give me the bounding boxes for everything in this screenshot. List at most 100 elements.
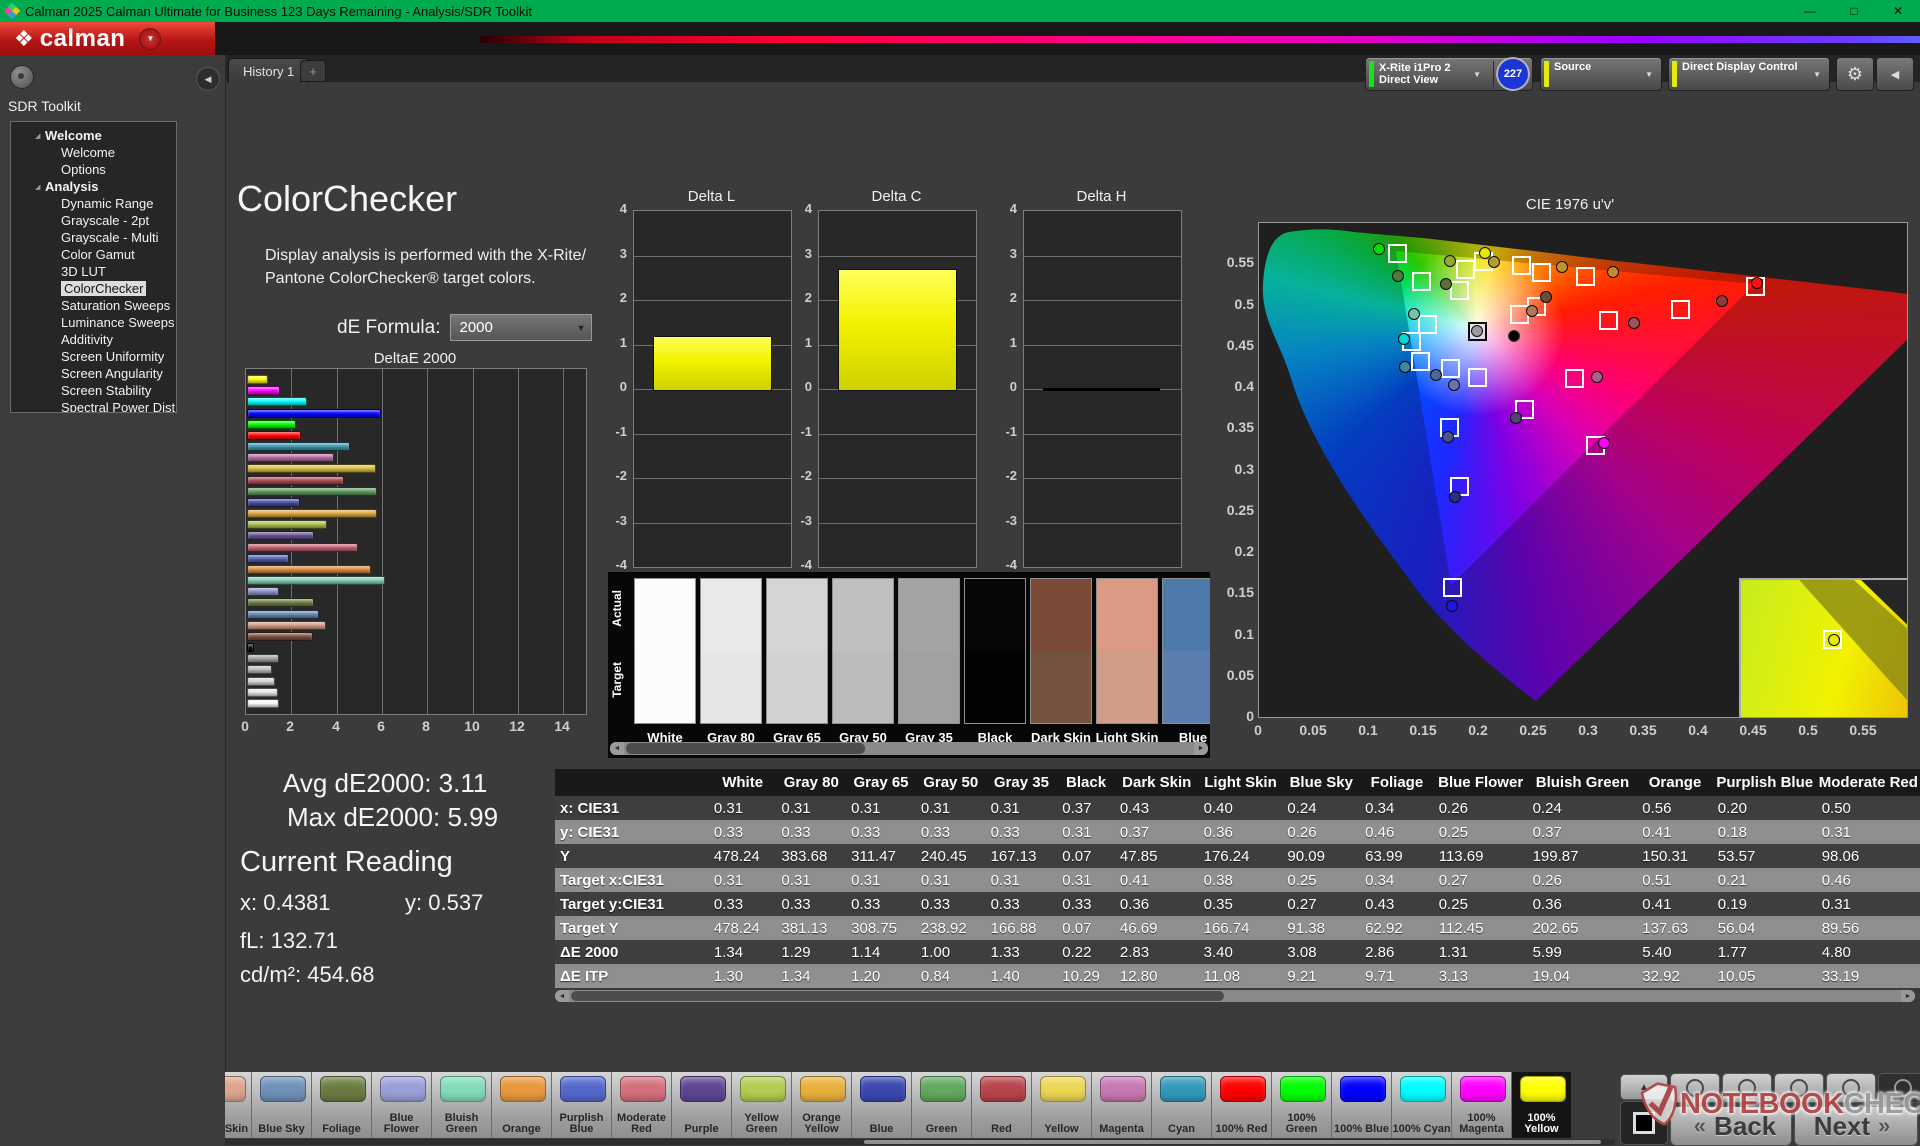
source-dropdown[interactable]: Source ▼ [1540, 57, 1662, 91]
swatch-scroll-thumb[interactable] [626, 743, 866, 754]
scroll-left-icon[interactable]: ◄ [555, 990, 569, 1002]
sidebar-item-additivity[interactable]: Additivity [11, 331, 176, 348]
patch-button-100-red[interactable]: 100% Red [1211, 1072, 1271, 1138]
y-tick-label: 1 [1009, 335, 1017, 350]
cie-target-square-9 [1671, 300, 1690, 319]
tab-history-1[interactable]: History 1 [228, 58, 310, 83]
patch-button-blue-flower[interactable]: Blue Flower [371, 1072, 431, 1138]
brand-dropdown-arrow-icon[interactable]: ▼ [139, 27, 162, 50]
sidebar-item-color-gamut[interactable]: Color Gamut [11, 246, 176, 263]
add-tab-button[interactable]: + [300, 60, 326, 82]
patch-button-100-cyan[interactable]: 100% Cyan [1391, 1072, 1451, 1138]
patch-button-100-yellow[interactable]: 100% Yellow [1511, 1072, 1571, 1138]
y-tick-label: -3 [800, 513, 812, 528]
table-cell: 0.31 [1816, 892, 1920, 916]
close-button[interactable]: ✕ [1876, 0, 1920, 22]
table-cell: 1.34 [708, 940, 777, 964]
patch-scroll-thumb[interactable] [864, 1140, 1602, 1144]
patch-scrollbar[interactable] [225, 1139, 1615, 1145]
patch-button-green[interactable]: Green [911, 1072, 971, 1138]
deltae-bar-cyan [247, 442, 350, 451]
sidebar-collapse-button[interactable]: ◀ [196, 67, 220, 91]
patch-button-100-green[interactable]: 100% Green [1271, 1072, 1331, 1138]
sidebar-item-grayscale-multi[interactable]: Grayscale - Multi [11, 229, 176, 246]
sidebar-item-dynamic-range[interactable]: Dynamic Range [11, 195, 176, 212]
patch-button-magenta[interactable]: Magenta [1091, 1072, 1151, 1138]
gridline [819, 522, 976, 524]
swatch-scroll-track[interactable] [624, 742, 1194, 755]
sidebar-item-luminance-sweeps[interactable]: Luminance Sweeps [11, 314, 176, 331]
sidebar-item-saturation-sweeps[interactable]: Saturation Sweeps [11, 297, 176, 314]
scroll-left-icon[interactable]: ◄ [610, 742, 624, 755]
sidebar-item-3d-lut[interactable]: 3D LUT [11, 263, 176, 280]
swatch-scrollbar[interactable]: ◄ ► [610, 742, 1208, 755]
table-cell: 0.84 [915, 964, 986, 988]
sidebar-item-options[interactable]: Options [11, 161, 176, 178]
table-cell: 0.21 [1712, 868, 1817, 892]
table-cell: 0.31 [846, 796, 916, 820]
table-cell: 1.34 [776, 964, 847, 988]
sidebar-item-spectral-power-dist[interactable]: Spectral Power Dist. [11, 399, 176, 412]
settings-button[interactable]: ⚙ [1836, 57, 1874, 91]
tree-group-analysis[interactable]: ◢ Analysis [11, 178, 176, 195]
patch-button-bluish-green[interactable]: Bluish Green [431, 1072, 491, 1138]
cie-y-tick: 0.3 [1234, 461, 1254, 477]
display-control-dropdown-arrow-icon: ▼ [1813, 69, 1821, 79]
patch-button-purplish-blue[interactable]: Purplish Blue [551, 1072, 611, 1138]
meter-dropdown-arrow-icon: ▼ [1473, 69, 1481, 79]
display-control-dropdown[interactable]: Direct Display Control ▼ [1668, 57, 1830, 91]
patch-button-red[interactable]: Red [971, 1072, 1031, 1138]
patch-button-foliage[interactable]: Foliage [311, 1072, 371, 1138]
patch-button-purple[interactable]: Purple [671, 1072, 731, 1138]
swatch-target [965, 651, 1025, 723]
table-scrollbar[interactable]: ◄ ► [555, 990, 1915, 1002]
table-cell: 3.08 [1282, 940, 1361, 964]
cie-y-tick: 0.15 [1226, 584, 1254, 600]
cie-x-tick: 0.45 [1739, 722, 1767, 738]
patch-button-blue-sky[interactable]: Blue Sky [251, 1072, 311, 1138]
table-cell: 0.31 [915, 796, 986, 820]
cie-measured-circle-2 [1444, 255, 1456, 267]
patch-button-100-blue[interactable]: 100% Blue [1331, 1072, 1391, 1138]
patch-button-100-magenta[interactable]: 100% Magenta [1451, 1072, 1511, 1138]
tree-group-welcome[interactable]: ◢ Welcome [11, 127, 176, 144]
calman-menu-button[interactable]: ❖ calman ▼ [0, 22, 215, 55]
patch-button-moderate-red[interactable]: Moderate Red [611, 1072, 671, 1138]
sidebar-pin-button[interactable] [10, 65, 34, 89]
patch-button-orange-yellow[interactable]: Orange Yellow [791, 1072, 851, 1138]
sidebar-item-colorchecker[interactable]: ColorChecker [11, 280, 176, 297]
cie-measured-circle-17 [1448, 379, 1460, 391]
rainbow-gradient-strip [480, 36, 1920, 43]
patch-button-cyan[interactable]: Cyan [1151, 1072, 1211, 1138]
patch-button-light-skin[interactable]: Light Skin [225, 1072, 251, 1138]
patch-button-blue[interactable]: Blue [851, 1072, 911, 1138]
scroll-right-icon[interactable]: ► [1194, 742, 1208, 755]
table-scroll-track[interactable] [569, 990, 1901, 1002]
patch-scroll-track[interactable] [225, 1139, 1615, 1145]
y-tick-label: 2 [619, 290, 627, 305]
sidebar-item-grayscale-2pt[interactable]: Grayscale - 2pt [11, 212, 176, 229]
cie-target-square-17 [1468, 368, 1487, 387]
scroll-right-icon[interactable]: ► [1901, 990, 1915, 1002]
collapse-panel-button[interactable]: ◀ [1876, 57, 1914, 91]
table-cell: 33.19 [1816, 964, 1920, 988]
swatch-blue [1162, 578, 1210, 724]
minimize-button[interactable]: — [1788, 0, 1832, 22]
meter-dropdown[interactable]: X-Rite i1Pro 2 Direct View ▼ 227 [1365, 57, 1533, 91]
sidebar-title: SDR Toolkit [8, 98, 81, 114]
deltae-bar-gray-65 [247, 676, 275, 686]
patch-label: 100% Green [1285, 1112, 1318, 1135]
patch-button-yellow[interactable]: Yellow [1031, 1072, 1091, 1138]
patch-button-orange[interactable]: Orange [491, 1072, 551, 1138]
gridline [382, 369, 383, 714]
sidebar-item-screen-angularity[interactable]: Screen Angularity [11, 365, 176, 382]
maximize-button[interactable]: □ [1832, 0, 1876, 22]
sidebar-item-screen-stability[interactable]: Screen Stability [11, 382, 176, 399]
sidebar-item-screen-uniformity[interactable]: Screen Uniformity [11, 348, 176, 365]
table-cell: 0.34 [1360, 796, 1434, 820]
sidebar-item-welcome[interactable]: Welcome [11, 144, 176, 161]
de-formula-select[interactable]: 2000 ▼ [450, 314, 593, 341]
table-cell: 0.26 [1433, 796, 1528, 820]
patch-button-yellow-green[interactable]: Yellow Green [731, 1072, 791, 1138]
table-scroll-thumb[interactable] [571, 991, 1224, 1001]
